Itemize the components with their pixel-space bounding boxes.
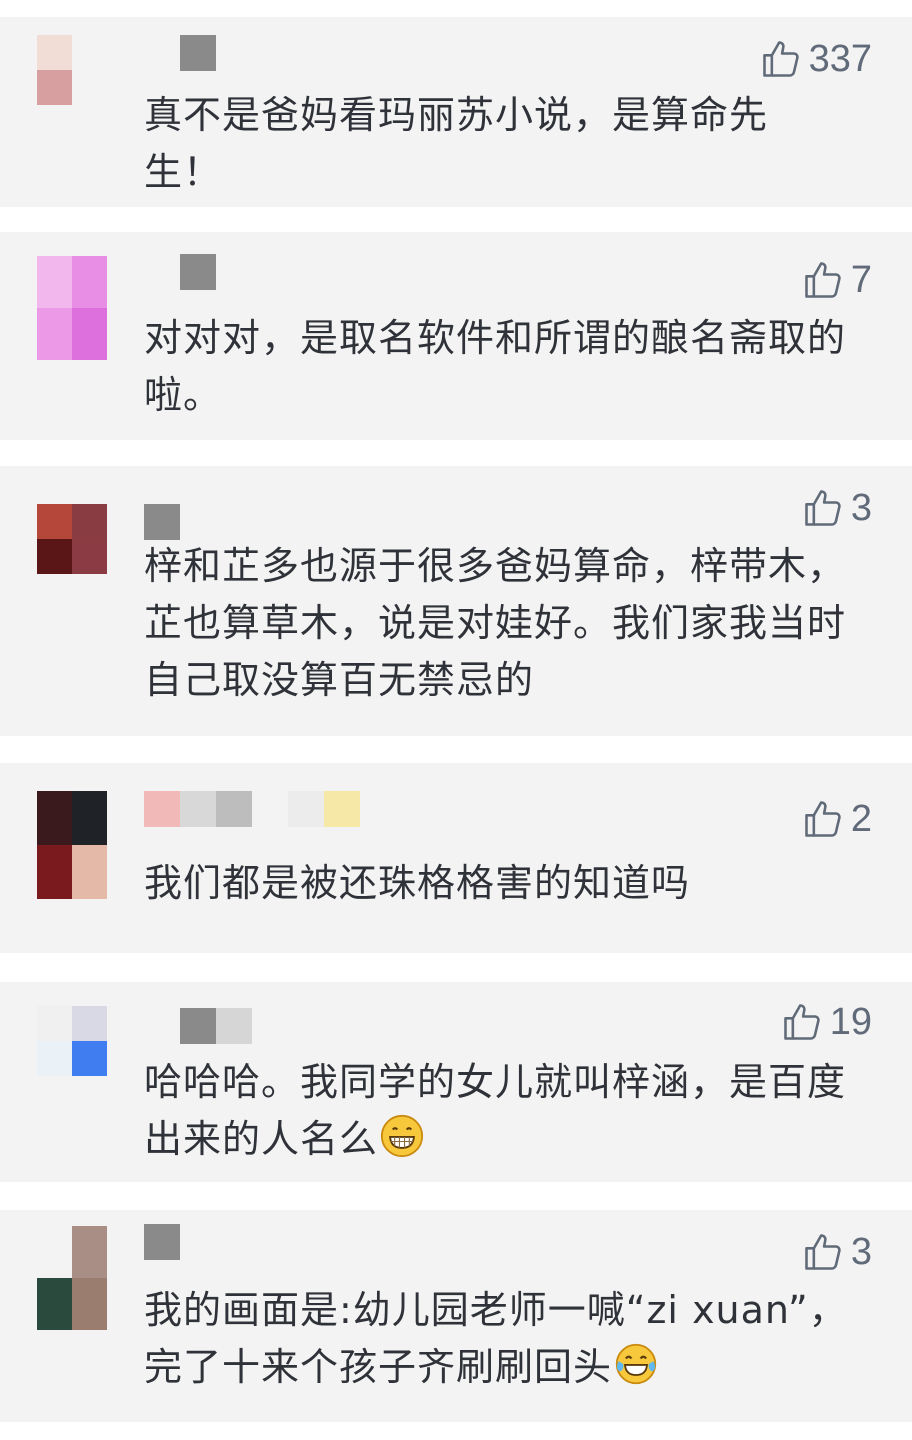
thumbs-up-icon	[762, 41, 799, 77]
avatar[interactable]	[37, 35, 107, 105]
like-count: 3	[850, 486, 872, 529]
like-count: 2	[850, 797, 872, 840]
username[interactable]	[144, 1008, 252, 1044]
avatar[interactable]	[37, 256, 107, 360]
avatar[interactable]	[37, 504, 107, 574]
like-button[interactable]: 3	[801, 486, 872, 530]
avatar[interactable]	[37, 791, 107, 899]
comment-text: 我的画面是:幼儿园老师一喊“zi xuan”，完了十来个孩子齐刷刷回头	[144, 1282, 864, 1396]
username[interactable]	[144, 1224, 216, 1260]
comment-text: 哈哈哈。我同学的女儿就叫梓涵，是百度出来的人名么	[144, 1054, 864, 1168]
thumbs-up-icon	[805, 490, 841, 526]
like-count: 3	[850, 1230, 872, 1273]
username[interactable]	[144, 35, 216, 71]
comment-text: 对对对，是取名软件和所谓的酿名斋取的啦。	[144, 316, 847, 417]
thumbs-up-icon	[805, 801, 841, 837]
comment-text: 我们都是被还珠格格害的知道吗	[144, 861, 691, 905]
thumbs-up-icon	[783, 1004, 820, 1040]
like-count: 337	[808, 37, 872, 80]
comment-card: 7 对对对，是取名软件和所谓的酿名斋取的啦。	[0, 232, 912, 440]
comment-card: 2 我们都是被还珠格格害的知道吗	[0, 763, 912, 953]
comment-card: 3 梓和芷多也源于很多爸妈算命，梓带木，芷也算草木，说是对娃好。我们家我当时自己…	[0, 466, 912, 736]
comment-text-body: 哈哈哈。我同学的女儿就叫梓涵，是百度出来的人名么	[144, 1060, 847, 1161]
like-button[interactable]: 2	[801, 797, 872, 841]
avatar[interactable]	[37, 1226, 107, 1330]
username[interactable]	[144, 254, 216, 290]
like-button[interactable]: 337	[759, 37, 872, 81]
comment-text-body: 我的画面是:幼儿园老师一喊“zi xuan”，完了十来个孩子齐刷刷回头	[144, 1288, 848, 1389]
like-button[interactable]: 3	[801, 1230, 872, 1274]
thumbs-up-icon	[805, 262, 841, 298]
thumbs-up-icon	[805, 1234, 841, 1270]
comment-text: 梓和芷多也源于很多爸妈算命，梓带木，芷也算草木，说是对娃好。我们家我当时自己取没…	[144, 544, 847, 702]
username[interactable]	[144, 504, 216, 540]
like-count: 7	[850, 258, 872, 301]
like-button[interactable]: 19	[780, 1000, 872, 1044]
comment-card: 337 真不是爸妈看玛丽苏小说，是算命先生！	[0, 17, 912, 207]
comment-card: 19 哈哈哈。我同学的女儿就叫梓涵，是百度出来的人名么	[0, 982, 912, 1182]
like-count: 19	[829, 1000, 872, 1043]
avatar[interactable]	[37, 1006, 107, 1076]
like-button[interactable]: 7	[801, 258, 872, 302]
username[interactable]	[144, 791, 360, 827]
comment-text: 真不是爸妈看玛丽苏小说，是算命先生！	[144, 93, 769, 194]
grinning-emoji-icon	[380, 1114, 424, 1158]
tears-of-joy-emoji-icon	[615, 1343, 657, 1385]
comment-card: 3 我的画面是:幼儿园老师一喊“zi xuan”，完了十来个孩子齐刷刷回头	[0, 1210, 912, 1422]
